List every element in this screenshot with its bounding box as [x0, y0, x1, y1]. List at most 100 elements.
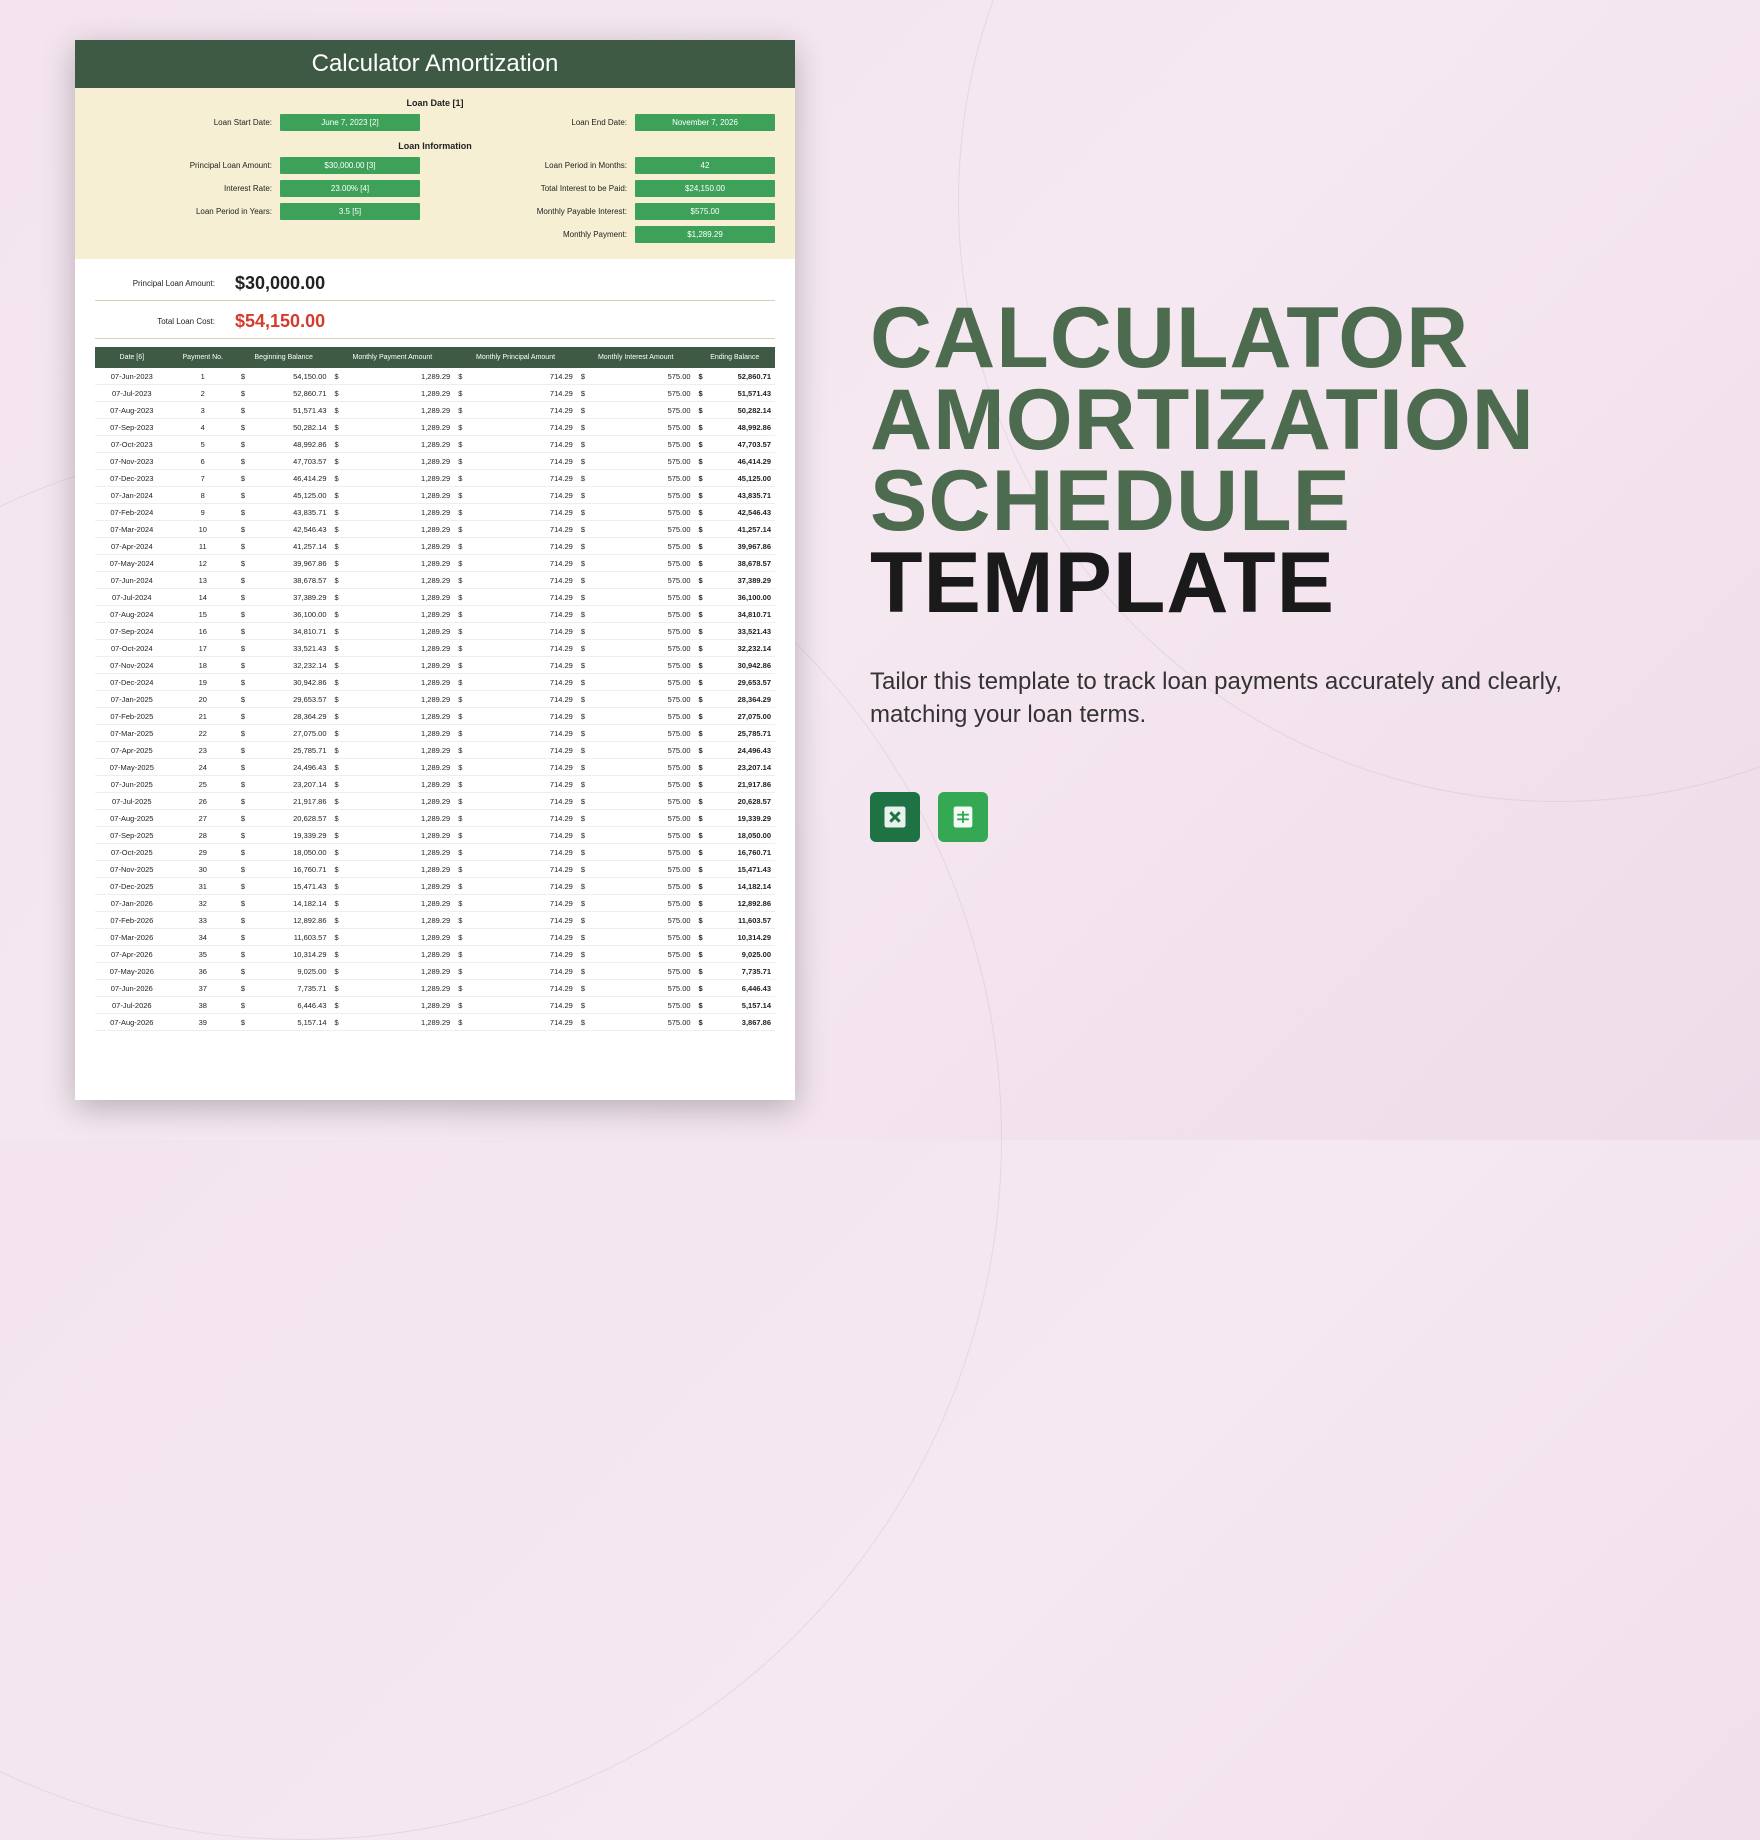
table-cell: $42,546.43 [237, 521, 331, 538]
table-cell: 28 [169, 827, 237, 844]
table-cell: 07-May-2024 [95, 555, 169, 572]
table-cell: $52,860.71 [237, 385, 331, 402]
table-cell: $41,257.14 [237, 538, 331, 555]
table-cell: 14 [169, 589, 237, 606]
table-row: 07-Jul-202526$21,917.86$1,289.29$714.29$… [95, 793, 775, 810]
table-cell: 07-Jan-2024 [95, 487, 169, 504]
table-cell: $575.00 [577, 487, 695, 504]
table-cell: $714.29 [454, 759, 577, 776]
table-cell: $1,289.29 [331, 844, 455, 861]
table-cell: $1,289.29 [331, 606, 455, 623]
field-value: November 7, 2026 [635, 114, 775, 131]
table-cell: 07-Oct-2025 [95, 844, 169, 861]
table-cell: $714.29 [454, 708, 577, 725]
table-cell: $14,182.14 [695, 878, 775, 895]
table-cell: 10 [169, 521, 237, 538]
table-cell: $714.29 [454, 538, 577, 555]
table-row: 07-Nov-202530$16,760.71$1,289.29$714.29$… [95, 861, 775, 878]
info-field: Monthly Payment:$1,289.29 [450, 226, 775, 243]
table-cell: 2 [169, 385, 237, 402]
field-label: Interest Rate: [95, 184, 272, 193]
field-label: Loan Period in Months: [450, 161, 627, 170]
table-cell: $714.29 [454, 895, 577, 912]
table-cell: $42,546.43 [695, 504, 775, 521]
table-cell: $575.00 [577, 419, 695, 436]
table-cell: 07-Nov-2023 [95, 453, 169, 470]
table-cell: 07-Aug-2026 [95, 1014, 169, 1031]
table-cell: $32,232.14 [695, 640, 775, 657]
table-cell: $714.29 [454, 555, 577, 572]
table-cell: $714.29 [454, 623, 577, 640]
field-value: June 7, 2023 [2] [280, 114, 420, 131]
format-icons [870, 792, 1670, 842]
table-cell: 22 [169, 725, 237, 742]
table-cell: $50,282.14 [237, 419, 331, 436]
info-field: Loan Period in Years:3.5 [5] [95, 203, 420, 220]
table-cell: $575.00 [577, 589, 695, 606]
table-cell: $1,289.29 [331, 419, 455, 436]
loan-start-date-field: Loan Start Date: June 7, 2023 [2] [95, 114, 420, 131]
table-cell: 35 [169, 946, 237, 963]
table-cell: 33 [169, 912, 237, 929]
table-cell: $36,100.00 [237, 606, 331, 623]
table-row: 07-Sep-20234$50,282.14$1,289.29$714.29$5… [95, 419, 775, 436]
table-cell: 24 [169, 759, 237, 776]
table-cell: $1,289.29 [331, 402, 455, 419]
table-cell: 3 [169, 402, 237, 419]
table-cell: $34,810.71 [237, 623, 331, 640]
table-cell: $14,182.14 [237, 895, 331, 912]
title-line: AMORTIZATION [870, 380, 1670, 462]
table-cell: $714.29 [454, 929, 577, 946]
amortization-table: Date [6]Payment No.Beginning BalanceMont… [95, 347, 775, 1031]
table-row: 07-Nov-202418$32,232.14$1,289.29$714.29$… [95, 657, 775, 674]
table-row: 07-Sep-202528$19,339.29$1,289.29$714.29$… [95, 827, 775, 844]
table-cell: $575.00 [577, 725, 695, 742]
table-cell: $575.00 [577, 708, 695, 725]
table-cell: $16,760.71 [695, 844, 775, 861]
summary-principal: Principal Loan Amount: $30,000.00 [95, 267, 775, 301]
table-cell: $7,735.71 [695, 963, 775, 980]
field-label: Loan End Date: [450, 118, 627, 127]
table-cell: $575.00 [577, 555, 695, 572]
table-cell: $714.29 [454, 980, 577, 997]
table-cell: 07-May-2026 [95, 963, 169, 980]
table-cell: $33,521.43 [237, 640, 331, 657]
table-cell: $714.29 [454, 674, 577, 691]
table-row: 07-May-202636$9,025.00$1,289.29$714.29$5… [95, 963, 775, 980]
table-cell: $23,207.14 [695, 759, 775, 776]
table-row: 07-Feb-20249$43,835.71$1,289.29$714.29$5… [95, 504, 775, 521]
table-cell: 32 [169, 895, 237, 912]
table-cell: 07-Jan-2026 [95, 895, 169, 912]
table-cell: $714.29 [454, 776, 577, 793]
table-cell: $1,289.29 [331, 470, 455, 487]
table-cell: $714.29 [454, 521, 577, 538]
table-row: 07-Dec-202419$30,942.86$1,289.29$714.29$… [95, 674, 775, 691]
table-row: 07-Jul-20232$52,860.71$1,289.29$714.29$5… [95, 385, 775, 402]
table-cell: $11,603.57 [695, 912, 775, 929]
table-cell: 07-Jun-2023 [95, 368, 169, 385]
table-row: 07-Apr-202523$25,785.71$1,289.29$714.29$… [95, 742, 775, 759]
table-cell: $575.00 [577, 521, 695, 538]
table-cell: $45,125.00 [237, 487, 331, 504]
table-cell: $15,471.43 [695, 861, 775, 878]
table-cell: $21,917.86 [695, 776, 775, 793]
table-cell: $47,703.57 [237, 453, 331, 470]
table-cell: $575.00 [577, 912, 695, 929]
table-cell: 07-Sep-2025 [95, 827, 169, 844]
table-cell: $46,414.29 [237, 470, 331, 487]
field-value: 42 [635, 157, 775, 174]
table-cell: $575.00 [577, 844, 695, 861]
table-cell: $1,289.29 [331, 827, 455, 844]
table-cell: $27,075.00 [237, 725, 331, 742]
table-cell: $51,571.43 [237, 402, 331, 419]
table-cell: $1,289.29 [331, 555, 455, 572]
table-cell: $24,496.43 [695, 742, 775, 759]
table-cell: $24,496.43 [237, 759, 331, 776]
table-cell: 07-Oct-2023 [95, 436, 169, 453]
table-cell: 07-May-2025 [95, 759, 169, 776]
table-row: 07-Nov-20236$47,703.57$1,289.29$714.29$5… [95, 453, 775, 470]
table-cell: 30 [169, 861, 237, 878]
table-cell: 15 [169, 606, 237, 623]
table-cell: $575.00 [577, 878, 695, 895]
table-cell: $37,389.29 [237, 589, 331, 606]
